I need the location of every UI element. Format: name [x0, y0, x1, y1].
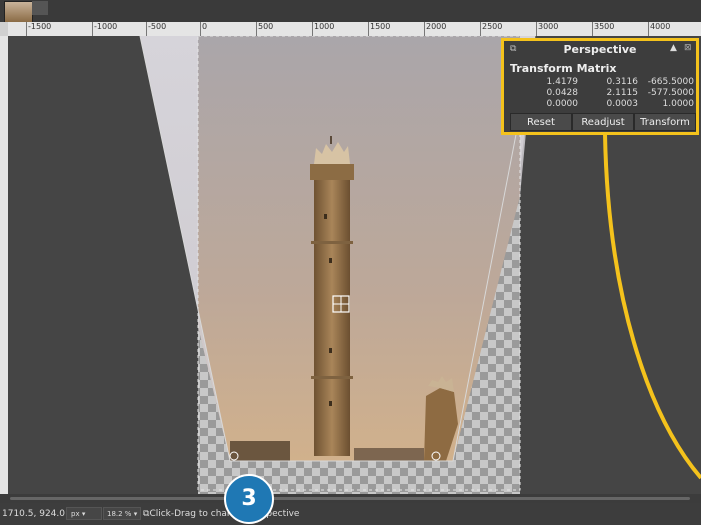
- callout-curve: [603, 133, 701, 480]
- ruler-label: 3500: [591, 22, 615, 36]
- ruler-label: 1500: [367, 22, 391, 36]
- ruler-label: -500: [145, 22, 167, 36]
- ruler-label: -1500: [25, 22, 52, 36]
- zoom-selector[interactable]: 18.2 % ▾: [103, 507, 141, 520]
- matrix-cell: 1.4179: [546, 77, 579, 87]
- chevron-down-icon: ▾: [81, 510, 86, 518]
- unit-value: px: [71, 510, 80, 518]
- matrix-cell: -577.5000: [647, 88, 694, 98]
- dialog-title: Perspective: [563, 43, 637, 56]
- ruler-label: 1000: [311, 22, 335, 36]
- status-message: ⧉Click-Drag to change perspective: [143, 509, 299, 519]
- status-bar: 1710.5, 924.0 px ▾ 18.2 % ▾ ⧉Click-Drag …: [0, 503, 701, 525]
- matrix-cell: 2.1115: [606, 88, 639, 98]
- zoom-value: 18.2 %: [107, 510, 132, 518]
- readjust-button[interactable]: Readjust: [572, 113, 634, 131]
- ruler-label: -1000: [91, 22, 118, 36]
- ruler-label: 2500: [479, 22, 503, 36]
- ruler-label: 0: [199, 22, 208, 36]
- status-message-text: Click-Drag to change perspective: [149, 509, 300, 519]
- matrix-title: Transform Matrix: [510, 62, 617, 75]
- matrix-cell: 1.0000: [662, 99, 695, 109]
- matrix-cell: -665.5000: [647, 77, 694, 87]
- scrollbar-thumb[interactable]: [10, 497, 690, 500]
- step-badge: 3: [224, 474, 274, 524]
- matrix-cell: 0.0003: [606, 99, 639, 109]
- tab-menu-icon[interactable]: [32, 1, 48, 15]
- chevron-down-icon: ▾: [133, 510, 138, 518]
- ruler-label: 4000: [647, 22, 671, 36]
- image-tab-bar: [0, 0, 701, 23]
- unit-selector[interactable]: px ▾: [66, 507, 102, 520]
- image-thumbnail-tab[interactable]: [4, 1, 33, 23]
- ruler-corner[interactable]: [0, 22, 8, 36]
- raise-icon[interactable]: ▲: [670, 43, 677, 53]
- ruler-label: 3000: [535, 22, 559, 36]
- matrix-cell: 0.3116: [606, 77, 639, 87]
- reset-button[interactable]: Reset: [510, 113, 572, 131]
- perspective-dialog: ⧉ Perspective ▲ ⊠ Transform Matrix 1.417…: [501, 38, 699, 135]
- pointer-coordinates: 1710.5, 924.0: [2, 509, 65, 519]
- ruler-label: 2000: [423, 22, 447, 36]
- ruler-label: 500: [255, 22, 274, 36]
- matrix-cell: 0.0428: [546, 88, 579, 98]
- transform-button[interactable]: Transform: [634, 113, 696, 131]
- horizontal-ruler[interactable]: -1500 -1000 -500 0 500 1000 1500 2000 25…: [8, 22, 701, 37]
- close-icon[interactable]: ⊠: [684, 43, 692, 53]
- matrix-cell: 0.0000: [546, 99, 579, 109]
